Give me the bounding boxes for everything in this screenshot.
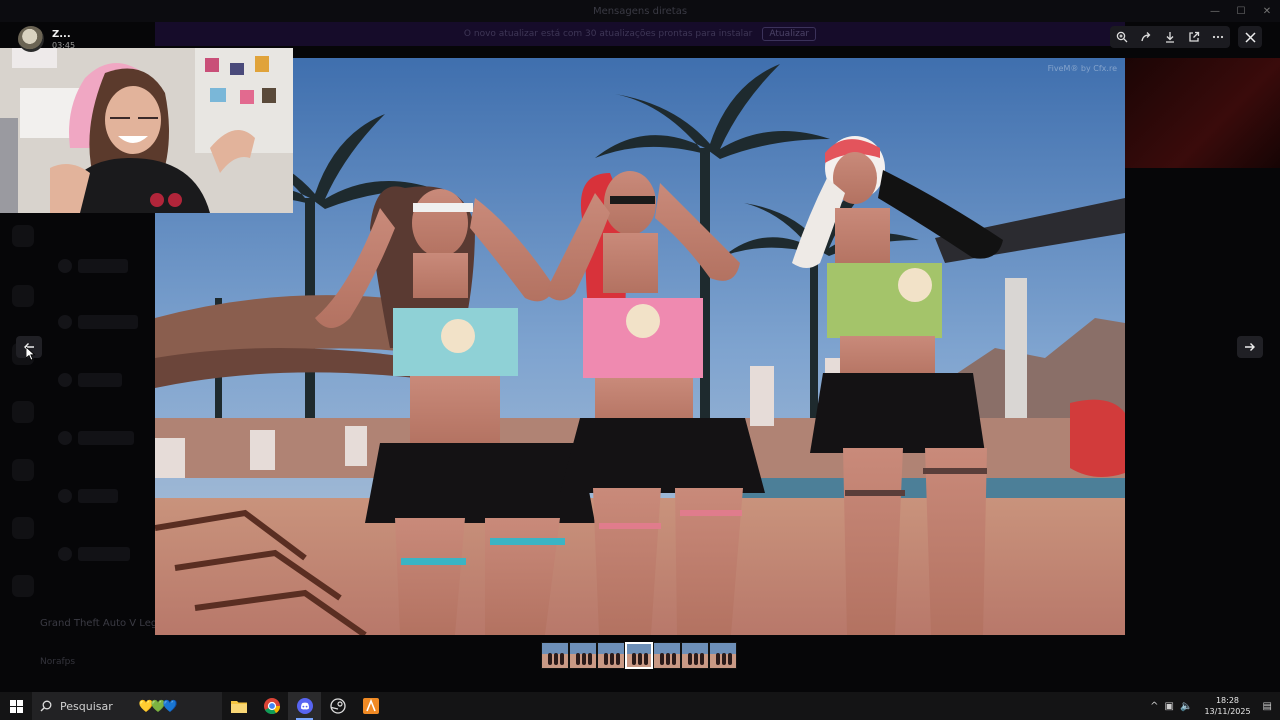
dm-avatar — [58, 547, 72, 561]
clock-date: 13/11/2025 — [1204, 707, 1251, 716]
notifications-icon[interactable]: ▤ — [1263, 701, 1272, 712]
chrome-icon[interactable] — [255, 692, 288, 720]
system-tray: ^ ▣ 🔈 18:28 13/11/2025 ▤ — [1150, 692, 1280, 720]
search-placeholder: Pesquisar — [60, 699, 113, 713]
taskbar: Pesquisar 💛💚💙 ^ ▣ 🔈 18:28 13/11/2025 ▤ — [0, 692, 1280, 720]
server-icon — [12, 401, 34, 423]
search-icon — [40, 700, 52, 712]
clock-time: 18:28 — [1215, 696, 1240, 705]
thumbnail[interactable] — [625, 642, 653, 669]
dm-avatar — [58, 489, 72, 503]
arrow-right-icon — [1245, 343, 1255, 351]
zoom-icon[interactable] — [1110, 26, 1134, 48]
network-icon[interactable]: ▣ — [1165, 701, 1174, 712]
window-controls: — ☐ ✕ — [1202, 0, 1280, 22]
dm-avatar — [58, 431, 72, 445]
beach-scene-image — [155, 58, 1125, 635]
dm-row — [78, 373, 122, 387]
dimmed-profile-banner — [1125, 58, 1280, 168]
thumbnail[interactable] — [681, 642, 709, 669]
dm-avatar — [58, 315, 72, 329]
banner-button[interactable]: Atualizar — [762, 27, 817, 41]
more-icon[interactable] — [1206, 26, 1230, 48]
activity-game-title: Grand Theft Auto V Legacy — [40, 618, 155, 629]
server-icon — [12, 575, 34, 597]
taskbar-search[interactable]: Pesquisar 💛💚💙 — [32, 692, 222, 720]
start-button[interactable] — [0, 692, 32, 720]
app-icon[interactable] — [354, 692, 387, 720]
webcam-feed — [0, 48, 293, 213]
window-titlebar: Mensagens diretas — ☐ ✕ — [0, 0, 1280, 22]
chevron-up-icon[interactable]: ^ — [1150, 701, 1158, 712]
thumbnail[interactable] — [597, 642, 625, 669]
thumbnail[interactable] — [709, 642, 737, 669]
download-icon[interactable] — [1158, 26, 1182, 48]
steam-icon[interactable] — [321, 692, 354, 720]
thumbnail[interactable] — [653, 642, 681, 669]
dimmed-sidebar — [0, 215, 155, 685]
forward-icon[interactable] — [1134, 26, 1158, 48]
author-timestamp: 03:45 — [52, 40, 76, 50]
next-image-button[interactable] — [1237, 336, 1263, 358]
screen: Mensagens diretas — ☐ ✕ O novo atualizar… — [0, 0, 1280, 720]
search-highlight-icon: 💛💚💙 — [138, 699, 178, 713]
window-title: Mensagens diretas — [592, 5, 688, 17]
thumbnail[interactable] — [541, 642, 569, 669]
maximize-icon[interactable]: ☐ — [1228, 0, 1254, 22]
dm-row — [78, 547, 130, 561]
dm-row — [78, 489, 118, 503]
image-watermark: FiveM® by Cfx.re — [1047, 64, 1117, 73]
volume-icon[interactable]: 🔈 — [1180, 701, 1192, 712]
dm-row — [78, 315, 138, 329]
server-icon — [12, 285, 34, 307]
dm-row — [78, 259, 128, 273]
file-explorer-icon[interactable] — [222, 692, 255, 720]
media-author: Z... 03:45 — [18, 26, 75, 52]
open-external-icon[interactable] — [1182, 26, 1206, 48]
minimize-icon[interactable]: — — [1202, 0, 1228, 22]
viewer-toolbar — [1110, 26, 1230, 48]
banner-text: O novo atualizar está com 30 atualizaçõe… — [463, 29, 753, 39]
clock[interactable]: 18:28 13/11/2025 — [1204, 695, 1250, 717]
thumbnail-strip — [541, 642, 737, 669]
thumbnail[interactable] — [569, 642, 597, 669]
server-icon — [12, 225, 34, 247]
author-name[interactable]: Z... — [52, 29, 75, 40]
discord-icon[interactable] — [288, 692, 321, 720]
dm-avatar — [58, 259, 72, 273]
windows-icon — [9, 699, 23, 713]
server-icon — [12, 517, 34, 539]
avatar[interactable] — [18, 26, 44, 52]
dm-avatar — [58, 373, 72, 387]
dm-row — [78, 431, 134, 445]
close-icon — [1244, 31, 1256, 43]
server-icon — [12, 459, 34, 481]
close-viewer-button[interactable] — [1238, 26, 1262, 48]
main-image[interactable]: FiveM® by Cfx.re — [155, 58, 1125, 635]
update-banner: O novo atualizar está com 30 atualizaçõe… — [155, 22, 1125, 46]
close-window-icon[interactable]: ✕ — [1254, 0, 1280, 22]
webcam-image — [0, 48, 293, 213]
mouse-cursor-icon — [26, 347, 36, 361]
current-user-name: Norafps — [40, 657, 76, 667]
